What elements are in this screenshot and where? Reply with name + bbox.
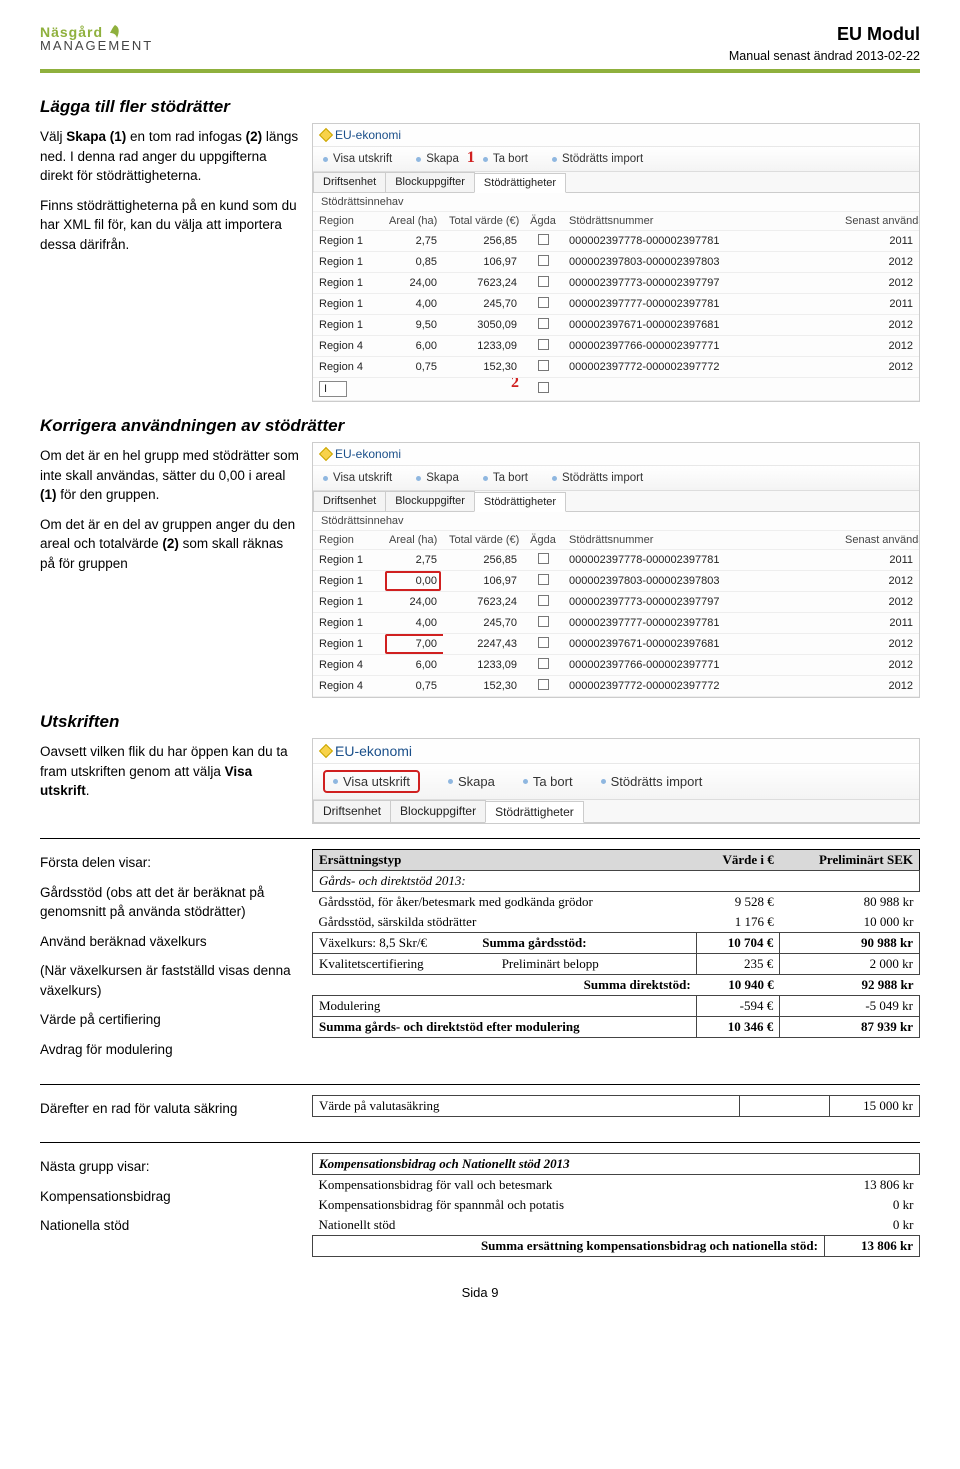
col-areal[interactable]: Areal (ha): [383, 212, 443, 231]
table-row[interactable]: Region 14,00245,70000002397777-000002397…: [313, 294, 919, 315]
col-senast[interactable]: Senast använda: [839, 212, 919, 231]
figure-1: EU-ekonomi Visa utskrift Skapa 1 Ta bort…: [312, 123, 920, 402]
doc-title: EU Modul: [729, 24, 920, 45]
tab-stodrattigheter[interactable]: Stödrättigheter: [474, 492, 566, 512]
table-row[interactable]: Region 12,75256,85000002397778-000002397…: [313, 231, 919, 252]
logo-top-text: Näsgård: [40, 25, 103, 39]
section5-text: Därefter en rad för valuta säkring: [40, 1095, 300, 1129]
tab-stodrattigheter[interactable]: Stödrättigheter: [474, 173, 566, 193]
tab-stodrattigheter[interactable]: Stödrättigheter: [485, 801, 584, 823]
page-footer: Sida 9: [40, 1285, 920, 1300]
table-row[interactable]: Region 10,85106,97000002397803-000002397…: [313, 252, 919, 273]
app-icon: [319, 447, 333, 461]
section3-text: Oavsett vilken flik du har öppen kan du …: [40, 738, 300, 811]
app-title-bar: EU-ekonomi: [313, 124, 919, 147]
page-header: Näsgård MANAGEMENT EU Modul Manual senas…: [40, 24, 920, 73]
separator: [40, 1142, 920, 1143]
logo: Näsgård MANAGEMENT: [40, 24, 153, 52]
app-toolbar: Visa utskrift Skapa 1 Ta bort Stödrätts …: [313, 147, 919, 172]
figure-3: EU-ekonomi Visa utskrift Skapa Ta bort S…: [312, 738, 920, 824]
toolbar-ta-bort[interactable]: Ta bort: [483, 472, 528, 484]
checkbox-icon[interactable]: [538, 679, 549, 690]
checkbox-icon[interactable]: [538, 339, 549, 350]
ersattning-table-2: Värde på valutasäkring15 000 kr: [312, 1095, 920, 1117]
checkbox-icon[interactable]: [538, 276, 549, 287]
table-row[interactable]: Region 40,75152,30000002397772-000002397…: [313, 357, 919, 378]
app-subhead: Stödrättsinnehav: [313, 193, 919, 212]
section1-text: Välj Skapa (1) en tom rad infogas (2) lä…: [40, 123, 300, 264]
checkbox-icon[interactable]: [538, 382, 549, 393]
toolbar-stodratts-import[interactable]: Stödrätts import: [552, 472, 643, 484]
tab-blockuppgifter[interactable]: Blockuppgifter: [385, 491, 475, 511]
toolbar-visa-utskrift[interactable]: Visa utskrift: [323, 770, 420, 793]
col-agda[interactable]: Ägda: [523, 212, 563, 231]
app-tabs: Driftsenhet Blockuppgifter Stödrättighet…: [313, 172, 919, 193]
table-row[interactable]: Region 19,503050,09000002397671-00000239…: [313, 315, 919, 336]
section4-text: Första delen visar: Gårdsstöd (obs att d…: [40, 849, 300, 1070]
toolbar-visa-utskrift[interactable]: Visa utskrift: [323, 153, 392, 165]
toolbar-ta-bort[interactable]: Ta bort: [523, 770, 573, 793]
marker-2: 2: [511, 378, 519, 393]
separator: [40, 838, 920, 839]
checkbox-icon[interactable]: [538, 360, 549, 371]
col-nr[interactable]: Stödrättsnummer: [563, 212, 839, 231]
section2-title: Korrigera användningen av stödrätter: [40, 416, 920, 436]
fig2-table: Region Areal (ha) Total värde (€) Ägda S…: [313, 531, 919, 697]
marker-1: 1: [467, 149, 475, 167]
table-row[interactable]: Region 46,001233,09000002397766-00000239…: [313, 336, 919, 357]
logo-bottom-text: MANAGEMENT: [40, 39, 153, 52]
fig1-table: Region Areal (ha) Total värde (€) Ägda S…: [313, 212, 919, 401]
checkbox-icon[interactable]: [538, 318, 549, 329]
toolbar-stodratts-import[interactable]: Stödrätts import: [552, 153, 643, 165]
checkbox-icon[interactable]: [538, 234, 549, 245]
table-row[interactable]: Region 17,002247,432000002397671-0000023…: [313, 634, 919, 655]
table-row[interactable]: Region 10,001106,97000002397803-00000239…: [313, 571, 919, 592]
separator: [40, 1084, 920, 1085]
section2-text: Om det är en hel grupp med stödrätter so…: [40, 442, 300, 583]
app-title-bar: EU-ekonomi: [313, 443, 919, 466]
tab-driftsenhet[interactable]: Driftsenhet: [313, 172, 386, 192]
tab-driftsenhet[interactable]: Driftsenhet: [313, 800, 391, 822]
checkbox-icon[interactable]: [538, 574, 549, 585]
tab-blockuppgifter[interactable]: Blockuppgifter: [385, 172, 475, 192]
col-total[interactable]: Total värde (€): [443, 212, 523, 231]
checkbox-icon[interactable]: [538, 616, 549, 627]
toolbar-visa-utskrift[interactable]: Visa utskrift: [323, 472, 392, 484]
checkbox-icon[interactable]: [538, 255, 549, 266]
section1-title: Lägga till fler stödrätter: [40, 97, 920, 117]
table-row[interactable]: Region 46,001233,09000002397766-00000239…: [313, 655, 919, 676]
toolbar-skapa[interactable]: Skapa: [416, 472, 459, 484]
app-icon: [319, 128, 333, 142]
section6-text: Nästa grupp visar: Kompensationsbidrag N…: [40, 1153, 300, 1246]
checkbox-icon[interactable]: [538, 637, 549, 648]
app-title-text: EU-ekonomi: [335, 128, 401, 142]
section3-title: Utskriften: [40, 712, 920, 732]
table-row[interactable]: Region 124,007623,24000002397773-0000023…: [313, 592, 919, 613]
checkbox-icon[interactable]: [538, 595, 549, 606]
new-row[interactable]: I 2: [313, 378, 919, 401]
col-region[interactable]: Region: [313, 212, 383, 231]
checkbox-icon[interactable]: [538, 553, 549, 564]
toolbar-ta-bort[interactable]: Ta bort: [483, 153, 528, 165]
ersattning-table-1: ErsättningstypVärde i €Preliminärt SEK G…: [312, 849, 920, 1038]
ersattning-table-3: Kompensationsbidrag och Nationellt stöd …: [312, 1153, 920, 1257]
checkbox-icon[interactable]: [538, 297, 549, 308]
table-row[interactable]: Region 14,00245,70000002397777-000002397…: [313, 613, 919, 634]
new-row-input[interactable]: I: [319, 381, 347, 397]
tab-blockuppgifter[interactable]: Blockuppgifter: [390, 800, 486, 822]
table-row[interactable]: Region 12,75256,85000002397778-000002397…: [313, 550, 919, 571]
doc-subtitle: Manual senast ändrad 2013-02-22: [729, 49, 920, 63]
toolbar-skapa[interactable]: Skapa: [448, 770, 495, 793]
table-row[interactable]: Region 124,007623,24000002397773-0000023…: [313, 273, 919, 294]
figure-2: EU-ekonomi Visa utskrift Skapa Ta bort S…: [312, 442, 920, 698]
app-icon: [319, 744, 333, 758]
toolbar-stodratts-import[interactable]: Stödrätts import: [601, 770, 703, 793]
tab-driftsenhet[interactable]: Driftsenhet: [313, 491, 386, 511]
checkbox-icon[interactable]: [538, 658, 549, 669]
table-row[interactable]: Region 40,75152,30000002397772-000002397…: [313, 676, 919, 697]
toolbar-skapa[interactable]: Skapa 1: [416, 153, 459, 165]
